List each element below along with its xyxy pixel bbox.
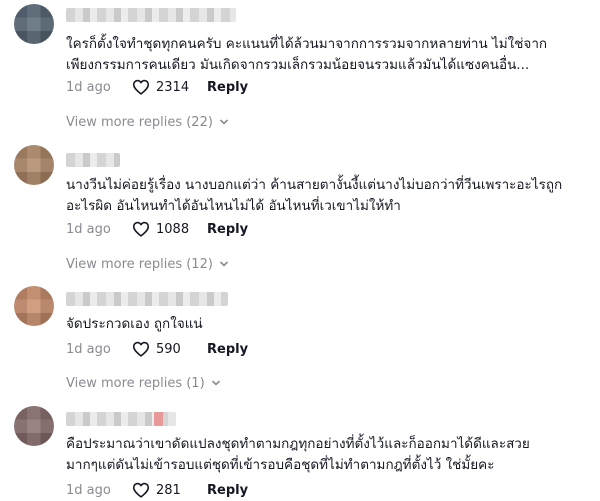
like-count: 590 [156, 341, 181, 357]
timestamp: 1d ago [66, 482, 111, 498]
heart-icon [132, 482, 150, 498]
like-button[interactable]: 281 [132, 482, 207, 498]
heart-icon [132, 79, 150, 95]
view-more-replies-label: View more replies (1) [66, 375, 205, 391]
chevron-down-icon [219, 261, 228, 267]
reply-button[interactable]: Reply [207, 342, 248, 357]
username-blurred[interactable] [66, 292, 228, 306]
chevron-down-icon [211, 380, 220, 386]
reply-button[interactable]: Reply [207, 222, 248, 237]
username-blur-accent [154, 412, 163, 426]
like-button[interactable]: 590 [132, 341, 207, 357]
comment-text: จัดประกวดเอง ถูกใจแน่ [66, 316, 203, 332]
comment-text: นางวีนไม่ค่อยรู้เรื่อง นางบอกแต่ว่า ค้าน… [66, 177, 563, 214]
reply-button[interactable]: Reply [207, 483, 248, 498]
username-blurred[interactable] [66, 412, 176, 426]
timestamp: 1d ago [66, 221, 111, 237]
timestamp: 1d ago [66, 341, 111, 357]
comment-text: ใครก็ตั้งใจทำชุดทุกคนครับ คะแนนที่ได้ล้ว… [66, 36, 548, 73]
timestamp: 1d ago [66, 79, 111, 95]
like-count: 1088 [156, 221, 190, 237]
comment-meta: 1d ago 1088 Reply [66, 219, 248, 239]
like-count: 2314 [156, 79, 190, 95]
avatar[interactable] [14, 406, 54, 446]
view-more-replies-label: View more replies (22) [66, 114, 213, 130]
heart-icon [132, 341, 150, 357]
like-count: 281 [156, 482, 181, 498]
username-blurred[interactable] [66, 153, 120, 167]
avatar[interactable] [14, 4, 54, 44]
comment-meta: 1d ago 281 Reply [66, 480, 248, 500]
view-more-replies-label: View more replies (12) [66, 256, 213, 272]
view-more-replies-button[interactable]: View more replies (22) [66, 112, 229, 132]
avatar[interactable] [14, 286, 54, 326]
comment-meta: 1d ago 590 Reply [66, 339, 248, 359]
like-button[interactable]: 2314 [132, 79, 207, 95]
view-more-replies-button[interactable]: View more replies (12) [66, 254, 229, 274]
view-more-replies-button[interactable]: View more replies (1) [66, 373, 221, 393]
username-blurred[interactable] [66, 8, 236, 22]
chevron-down-icon [219, 119, 228, 125]
like-button[interactable]: 1088 [132, 221, 207, 237]
reply-button[interactable]: Reply [207, 80, 248, 95]
comment-meta: 1d ago 2314 Reply [66, 77, 248, 97]
heart-icon [132, 221, 150, 237]
avatar[interactable] [14, 145, 54, 185]
comment-text: คือประมาณว่าเขาดัดแปลงชุดทำตามกฎทุกอย่าง… [66, 436, 530, 473]
